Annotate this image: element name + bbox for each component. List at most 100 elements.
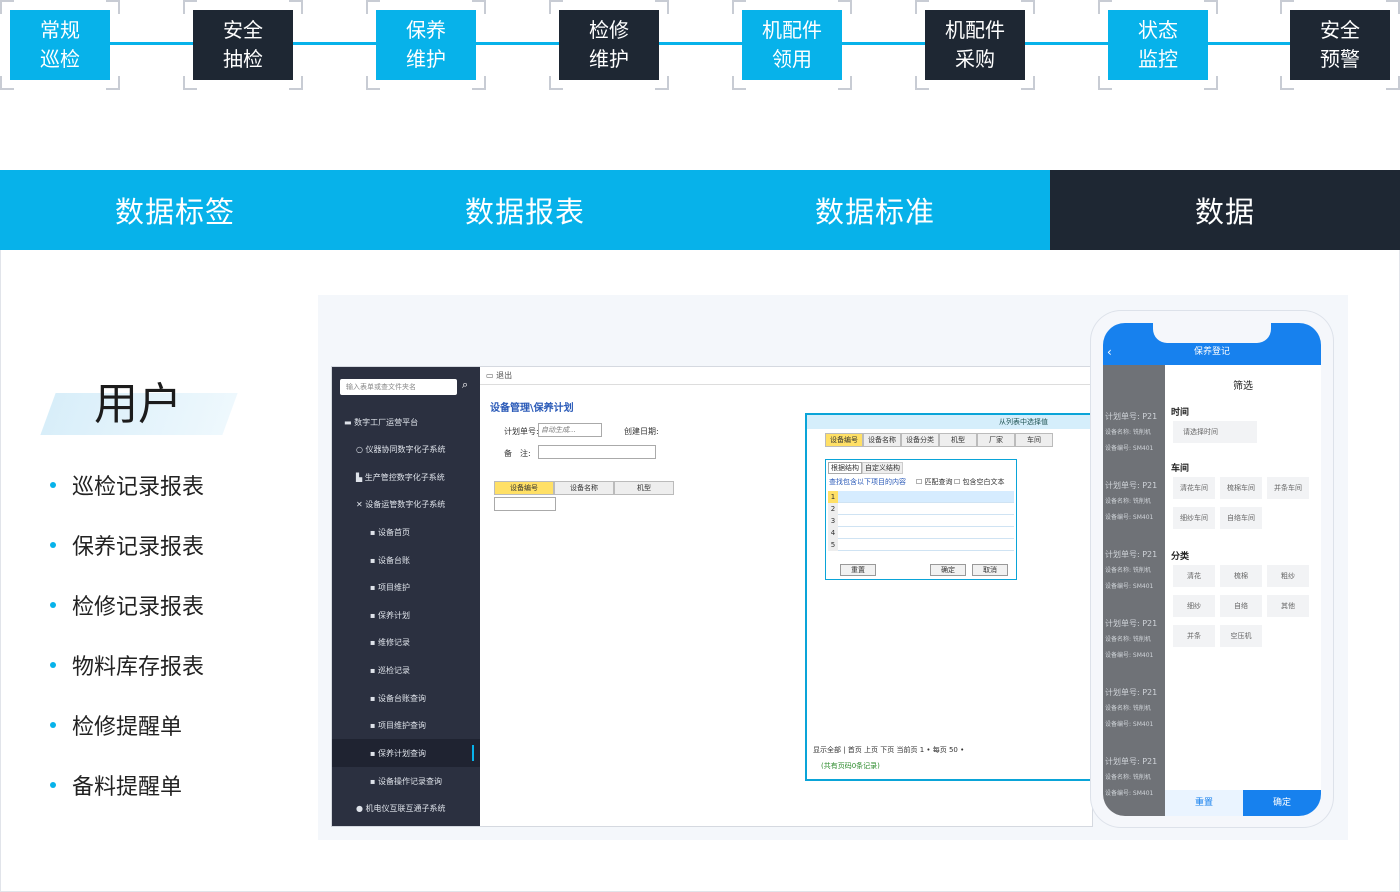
flow-step-label: 安全 抽检 (193, 10, 293, 80)
sub-tab[interactable]: 根据结构 (828, 462, 862, 474)
remark-input[interactable] (538, 445, 656, 459)
back-icon[interactable]: ‹ (1107, 345, 1112, 359)
plan-no-label: 计划单号: (504, 427, 539, 436)
dialog-col-header[interactable]: 设备编号 (825, 433, 863, 447)
flow-step[interactable]: 保养 维护 (366, 0, 486, 90)
sidebar-item[interactable]: ● 机电仪互联互通子系统 (356, 803, 446, 814)
flow-step[interactable]: 常规 巡检 (0, 0, 120, 90)
time-picker[interactable]: 请选择时间 (1173, 421, 1257, 443)
categories-chip[interactable]: 并条 (1173, 625, 1215, 647)
sidebar-item-icon: ▪ (370, 638, 378, 647)
dialog-grid-header: 设备编号 设备名称 设备分类 机型 厂家 车间 (825, 433, 1053, 447)
sidebar-search-input[interactable]: 输入表单或查文件夹名 (340, 379, 457, 395)
flow-step-label: 机配件 领用 (742, 10, 842, 80)
bullet-icon (50, 782, 56, 788)
sidebar-item[interactable]: ▪ 保养计划查询 (370, 748, 426, 759)
workshops-chip[interactable]: 清花车间 (1173, 477, 1215, 499)
flow-step[interactable]: 检修 维护 (549, 0, 669, 90)
dialog-col-header[interactable]: 设备分类 (901, 433, 939, 447)
list-row-text: 计划单号: P21 (1105, 550, 1158, 559)
feature-item: 保养记录报表 (50, 529, 204, 561)
sidebar-item[interactable]: ▪ 巡检记录 (370, 665, 410, 676)
blank-checkbox[interactable]: ☐ 包含空白文本 (954, 477, 1005, 487)
flow-step[interactable]: 状态 监控 (1098, 0, 1218, 90)
dialog-col-header[interactable]: 机型 (939, 433, 977, 447)
sidebar-item[interactable]: ▪ 设备台账 (370, 555, 410, 566)
categories-chip[interactable]: 梳棉 (1220, 565, 1262, 587)
sidebar-item-icon: ▪ (370, 749, 378, 758)
dialog-col-header[interactable]: 设备名称 (863, 433, 901, 447)
bullet-icon (50, 722, 56, 728)
sidebar-item-label: 设备台账查询 (377, 694, 426, 703)
tab-data-standard[interactable]: 数据标准 (700, 170, 1050, 250)
categories-chip[interactable]: 细纱 (1173, 595, 1215, 617)
tab-data-report[interactable]: 数据报表 (350, 170, 700, 250)
categories-chip[interactable]: 清花 (1173, 565, 1215, 587)
row-number: 1 (828, 491, 838, 503)
sidebar: 输入表单或查文件夹名 ⌕ ▬ 数字工厂运营平台 ○ 仪器协同数字化子系统 ▙ 生产管… (332, 367, 480, 826)
grid-col-header[interactable]: 机型 (614, 481, 674, 495)
categories-chip[interactable]: 空压机 (1220, 625, 1262, 647)
page-title: 设备管理\保养计划 (490, 403, 574, 414)
grid-cell-input[interactable] (494, 497, 556, 511)
sidebar-item-label: 设备台账 (377, 556, 410, 565)
user-title: 用户 (94, 379, 182, 430)
grid-col-header[interactable]: 设备编号 (494, 481, 554, 495)
confirm-button[interactable]: 确定 (1243, 790, 1321, 816)
subdialog-row[interactable]: 4 (828, 527, 1014, 539)
search-icon[interactable]: ⌕ (462, 378, 468, 392)
flow-step[interactable]: 安全 抽检 (183, 0, 303, 90)
list-row-text: 计划单号: P21 (1105, 481, 1158, 490)
grid-col-header[interactable]: 设备名称 (554, 481, 614, 495)
feature-label: 保养记录报表 (72, 535, 205, 560)
flow-step[interactable]: 机配件 领用 (732, 0, 852, 90)
sidebar-item[interactable]: ▪ 项目维护查询 (370, 720, 426, 731)
sub-confirm-button[interactable]: 确定 (930, 564, 966, 576)
sidebar-item[interactable]: ▙ 生产管控数字化子系统 (356, 472, 445, 483)
sidebar-item[interactable]: ○ 仪器协同数字化子系统 (356, 444, 446, 455)
categories-chip[interactable]: 粗纱 (1267, 565, 1309, 587)
sidebar-item[interactable]: ✕ 设备运管数字化子系统 (356, 499, 445, 510)
categories-chip[interactable]: 自络 (1220, 595, 1262, 617)
sidebar-item-label: 生产管控数字化子系统 (364, 473, 445, 482)
reset-button[interactable]: 重置 (840, 564, 876, 576)
categories-chip[interactable]: 其他 (1267, 595, 1309, 617)
list-row-text: 计划单号: P21 (1105, 688, 1158, 697)
subdialog-row[interactable]: 2 (828, 503, 1014, 515)
sidebar-item[interactable]: ▪ 设备首页 (370, 527, 410, 538)
sub-cancel-button[interactable]: 取消 (972, 564, 1008, 576)
list-row-text: 设备名称: 铣削机 (1105, 567, 1151, 574)
tab-data-label[interactable]: 数据标签 (0, 170, 350, 250)
phone-notch (1153, 323, 1271, 343)
sidebar-item[interactable]: ▪ 设备台账查询 (370, 693, 426, 704)
subdialog-row[interactable]: 1 (828, 491, 1014, 503)
sidebar-item[interactable]: ▪ 项目维护 (370, 582, 410, 593)
subdialog-row[interactable]: 3 (828, 515, 1014, 527)
desktop-app-screenshot: 输入表单或查文件夹名 ⌕ ▬ 数字工厂运营平台 ○ 仪器协同数字化子系统 ▙ 生产管… (331, 366, 1093, 827)
sidebar-item[interactable]: ▪ 维修记录 (370, 637, 410, 648)
workshops-chip[interactable]: 梳棉车间 (1220, 477, 1262, 499)
plan-no-input[interactable]: 自动生成... (538, 423, 602, 437)
workshops-chip[interactable]: 并条车间 (1267, 477, 1309, 499)
sidebar-item[interactable]: ▬ 数字工厂运营平台 (344, 417, 418, 428)
dialog-col-header[interactable]: 车间 (1015, 433, 1053, 447)
pager[interactable]: 显示全部 | 首页 上页 下页 当前页 1 • 每页 50 • (813, 745, 964, 755)
feature-item: 备料提醒单 (50, 769, 182, 801)
reset-button[interactable]: 重置 (1165, 790, 1243, 816)
workshops-chip[interactable]: 自络车间 (1220, 507, 1262, 529)
workshops-chip[interactable]: 细纱车间 (1173, 507, 1215, 529)
sub-tab[interactable]: 自定义结构 (862, 462, 903, 474)
search-subdialog: 根据结构 自定义结构 查找包含以下项目的内容 ☐ 匹配查询 ☐ 包含空白文本 1… (825, 459, 1017, 580)
sidebar-item[interactable]: ▪ 保养计划 (370, 610, 410, 621)
subdialog-row[interactable]: 5 (828, 539, 1014, 551)
tab-data[interactable]: 数据 (1050, 170, 1400, 250)
flow-step[interactable]: 机配件 采购 (915, 0, 1035, 90)
filter-title: 筛选 (1233, 381, 1253, 392)
sidebar-item[interactable]: ▪ 设备操作记录查询 (370, 776, 442, 787)
dialog-col-header[interactable]: 厂家 (977, 433, 1015, 447)
sidebar-item-icon: ▪ (370, 694, 378, 703)
logout-link[interactable]: 退出 (496, 371, 512, 380)
row-number: 5 (828, 539, 838, 551)
flow-step[interactable]: 安全 预警 (1280, 0, 1400, 90)
match-checkbox[interactable]: ☐ 匹配查询 (916, 477, 953, 487)
